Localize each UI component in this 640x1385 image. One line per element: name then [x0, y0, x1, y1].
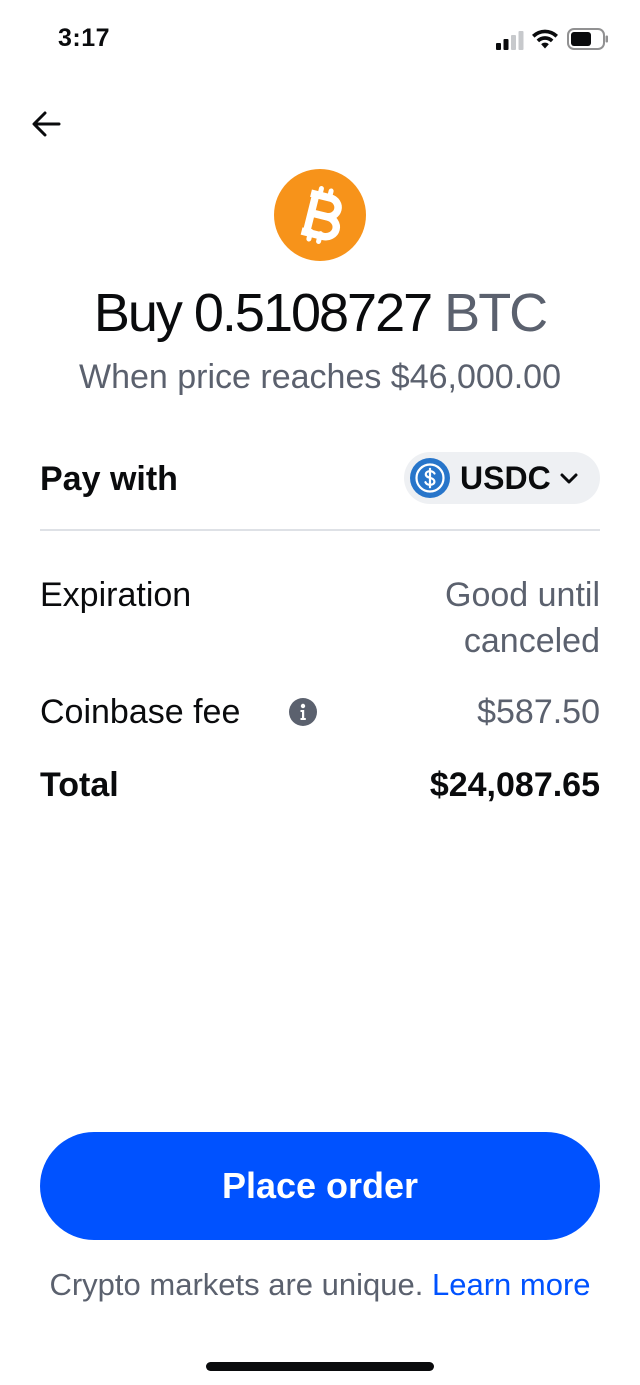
headline-action: Buy [93, 283, 183, 343]
expiration-label: Expiration [40, 576, 192, 614]
back-button[interactable] [26, 104, 66, 144]
arrow-left-icon [32, 111, 61, 137]
status-bar: 3:17 [0, 0, 640, 80]
usdc-icon [410, 458, 450, 498]
battery-icon [567, 28, 608, 50]
info-icon[interactable] [289, 698, 317, 726]
order-unit: BTC [444, 283, 548, 343]
total-value: $24,087.65 [429, 766, 600, 804]
learn-more-link[interactable]: Learn more [432, 1267, 591, 1302]
cellular-signal-icon [496, 31, 524, 50]
wifi-icon [532, 29, 558, 49]
bitcoin-icon [274, 169, 366, 261]
pay-asset-label: USDC [460, 459, 551, 496]
status-time: 3:17 [58, 24, 111, 52]
chevron-down-icon [560, 473, 578, 484]
fee-label: Coinbase fee [40, 693, 241, 731]
pay-with-label: Pay with [40, 460, 178, 498]
disclaimer: Crypto markets are unique. Learn more [40, 1264, 600, 1305]
trigger-price-text: When price reaches $46,000.00 [79, 358, 561, 396]
home-indicator [206, 1362, 434, 1371]
order-amount: 0.5108727 [193, 283, 433, 343]
section-divider [40, 529, 600, 531]
order-headline: Buy 0.5108727 BTC [0, 280, 640, 346]
fee-value: $587.50 [477, 693, 600, 731]
place-order-button[interactable]: Place order [40, 1132, 600, 1240]
expiration-value: Good until canceled [445, 576, 600, 660]
total-label: Total [40, 766, 119, 804]
pay-asset-selector[interactable]: USDC [404, 452, 600, 504]
disclaimer-text: Crypto markets are unique. [49, 1267, 424, 1302]
